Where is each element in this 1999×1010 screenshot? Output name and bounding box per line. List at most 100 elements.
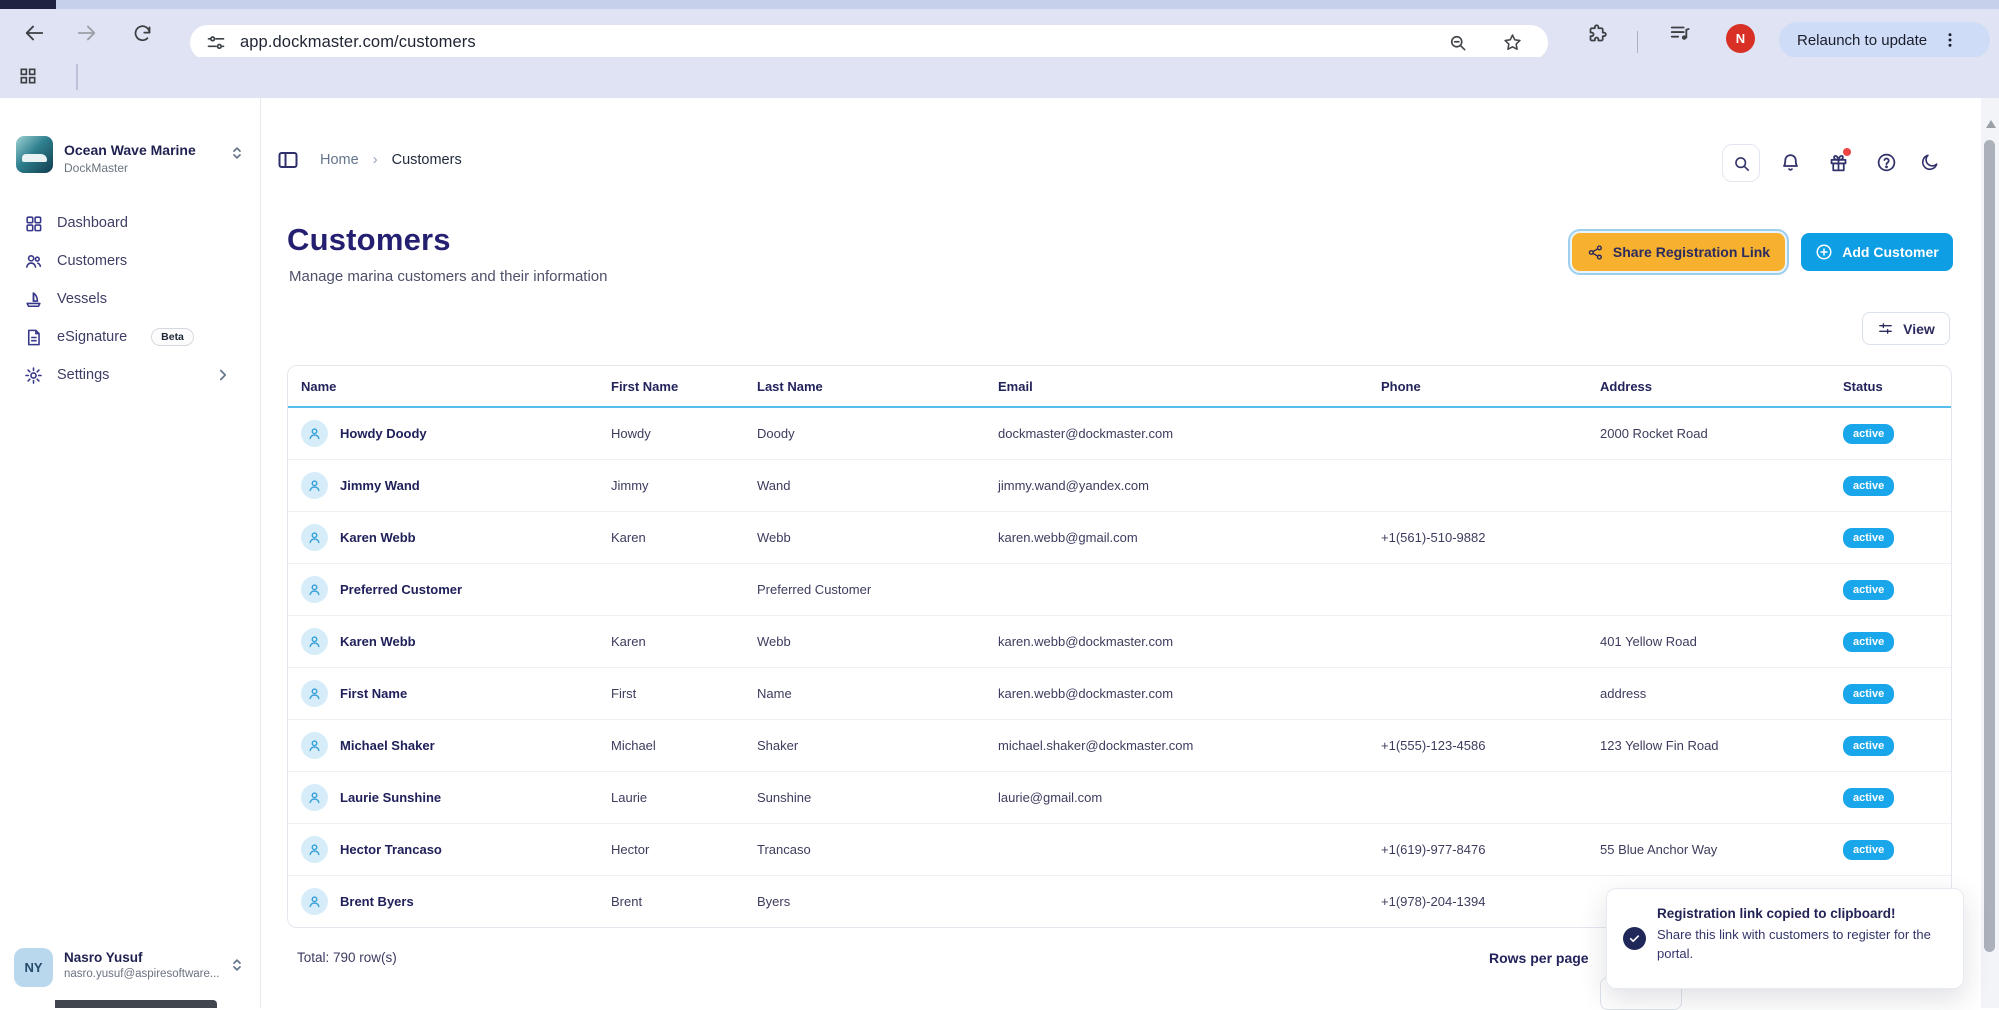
url-text[interactable]: app.dockmaster.com/customers [240,33,476,52]
dashboard-grid-icon [24,214,43,233]
table-row[interactable]: Hector Trancaso Hector Trancaso +1(619)-… [288,824,1951,876]
check-circle-icon [1623,927,1646,950]
sidebar-item-label: Customers [57,253,127,269]
browser-profile-avatar[interactable]: N [1726,24,1755,53]
table-row[interactable]: Preferred Customer Preferred Customer ac… [288,564,1951,616]
sidebar-item-vessels[interactable]: Vessels [8,280,252,318]
url-bar[interactable]: app.dockmaster.com/customers [190,25,1548,60]
table-body: Howdy Doody Howdy Doody dockmaster@dockm… [288,408,1951,927]
cell-last-name: Sunshine [757,790,998,805]
search-button[interactable] [1722,144,1760,182]
cell-name[interactable]: Michael Shaker [301,732,611,759]
site-settings-icon[interactable] [206,33,226,53]
sidebar-item-customers[interactable]: Customers [8,242,252,280]
customer-name: Karen Webb [340,634,416,649]
extensions-button[interactable] [1580,16,1614,50]
column-header-status[interactable]: Status [1843,379,1951,394]
sidebar-item-esignature[interactable]: eSignature Beta [8,318,252,356]
forward-arrow-icon [76,22,98,44]
back-button[interactable] [17,16,51,50]
media-controls-button[interactable] [1663,16,1697,50]
cell-name[interactable]: Karen Webb [301,628,611,655]
bookmark-star-icon[interactable] [1502,32,1523,53]
cell-name[interactable]: Preferred Customer [301,576,611,603]
status-badge: active [1843,736,1894,756]
table-row[interactable]: Howdy Doody Howdy Doody dockmaster@dockm… [288,408,1951,460]
cell-phone: +1(619)-977-8476 [1381,842,1600,857]
view-options-button[interactable]: View [1862,312,1950,345]
add-customer-button[interactable]: Add Customer [1801,233,1953,271]
menu-dots-icon[interactable] [1941,31,1959,49]
cell-name[interactable]: Howdy Doody [301,420,611,447]
help-button[interactable] [1868,144,1904,180]
cell-status: active [1843,580,1951,600]
cell-last-name: Doody [757,426,998,441]
customer-name: Michael Shaker [340,738,435,753]
customer-name: Laurie Sunshine [340,790,441,805]
person-avatar-icon [301,524,328,551]
user-avatar[interactable]: NY [14,948,53,987]
active-tab-stub [0,0,56,9]
cell-status: active [1843,528,1951,548]
apps-grid-button[interactable] [18,66,38,91]
zoom-icon[interactable] [1448,33,1468,53]
table-row[interactable]: Michael Shaker Michael Shaker michael.sh… [288,720,1951,772]
dark-mode-button[interactable] [1912,144,1948,180]
column-header-first-name[interactable]: First Name [611,379,757,394]
table-row[interactable]: First Name First Name karen.webb@dockmas… [288,668,1951,720]
cell-name[interactable]: Karen Webb [301,524,611,551]
notifications-button[interactable] [1772,144,1808,180]
status-badge: active [1843,476,1894,496]
person-avatar-icon [301,628,328,655]
column-header-last-name[interactable]: Last Name [757,379,998,394]
sidebar-item-label: Settings [57,367,109,383]
cell-phone: +1(555)-123-4586 [1381,738,1600,753]
sidebar-item-dashboard[interactable]: Dashboard [8,204,252,242]
reload-icon [132,23,153,44]
org-name[interactable]: Ocean Wave Marine [64,142,196,158]
cell-name[interactable]: First Name [301,680,611,707]
breadcrumb-separator: › [373,152,378,168]
page-title: Customers [287,222,451,258]
status-badge: active [1843,424,1894,444]
view-sliders-icon [1877,320,1894,337]
org-switcher-chevrons-icon[interactable] [228,144,246,162]
cell-address: 401 Yellow Road [1600,634,1843,649]
reload-button[interactable] [125,16,159,50]
cell-name[interactable]: Laurie Sunshine [301,784,611,811]
status-badge: active [1843,788,1894,808]
toast-notification: Registration link copied to clipboard! S… [1606,888,1964,989]
view-button-label: View [1903,321,1935,337]
cell-email: laurie@gmail.com [998,790,1381,805]
gear-icon [24,366,43,385]
cell-name[interactable]: Brent Byers [301,888,611,915]
breadcrumb-home[interactable]: Home [320,152,359,168]
table-row[interactable]: Laurie Sunshine Laurie Sunshine laurie@g… [288,772,1951,824]
cell-name[interactable]: Hector Trancaso [301,836,611,863]
scrollbar-up-arrow[interactable] [1986,120,1996,128]
cell-email: karen.webb@dockmaster.com [998,634,1381,649]
person-avatar-icon [301,732,328,759]
user-menu-chevrons-icon[interactable] [228,956,246,974]
cell-last-name: Name [757,686,998,701]
column-header-phone[interactable]: Phone [1381,379,1600,394]
customers-table: Name First Name Last Name Email Phone Ad… [287,365,1952,928]
table-row[interactable]: Jimmy Wand Jimmy Wand jimmy.wand@yandex.… [288,460,1951,512]
cell-first-name: Karen [611,530,757,545]
sidebar-toggle-button[interactable] [276,148,300,177]
table-row[interactable]: Karen Webb Karen Webb karen.webb@gmail.c… [288,512,1951,564]
column-header-address[interactable]: Address [1600,379,1843,394]
cell-status: active [1843,424,1951,444]
table-row[interactable]: Karen Webb Karen Webb karen.webb@dockmas… [288,616,1951,668]
cell-first-name: First [611,686,757,701]
share-registration-link-button[interactable]: Share Registration Link [1572,233,1785,271]
sidebar-item-settings[interactable]: Settings [8,356,252,394]
column-header-name[interactable]: Name [301,379,611,394]
column-header-email[interactable]: Email [998,379,1381,394]
cell-name[interactable]: Jimmy Wand [301,472,611,499]
whats-new-button[interactable] [1820,144,1856,180]
forward-button[interactable] [70,16,104,50]
cell-status: active [1843,840,1951,860]
relaunch-button[interactable]: Relaunch to update [1779,22,1990,58]
scrollbar-thumb[interactable] [1984,140,1995,952]
